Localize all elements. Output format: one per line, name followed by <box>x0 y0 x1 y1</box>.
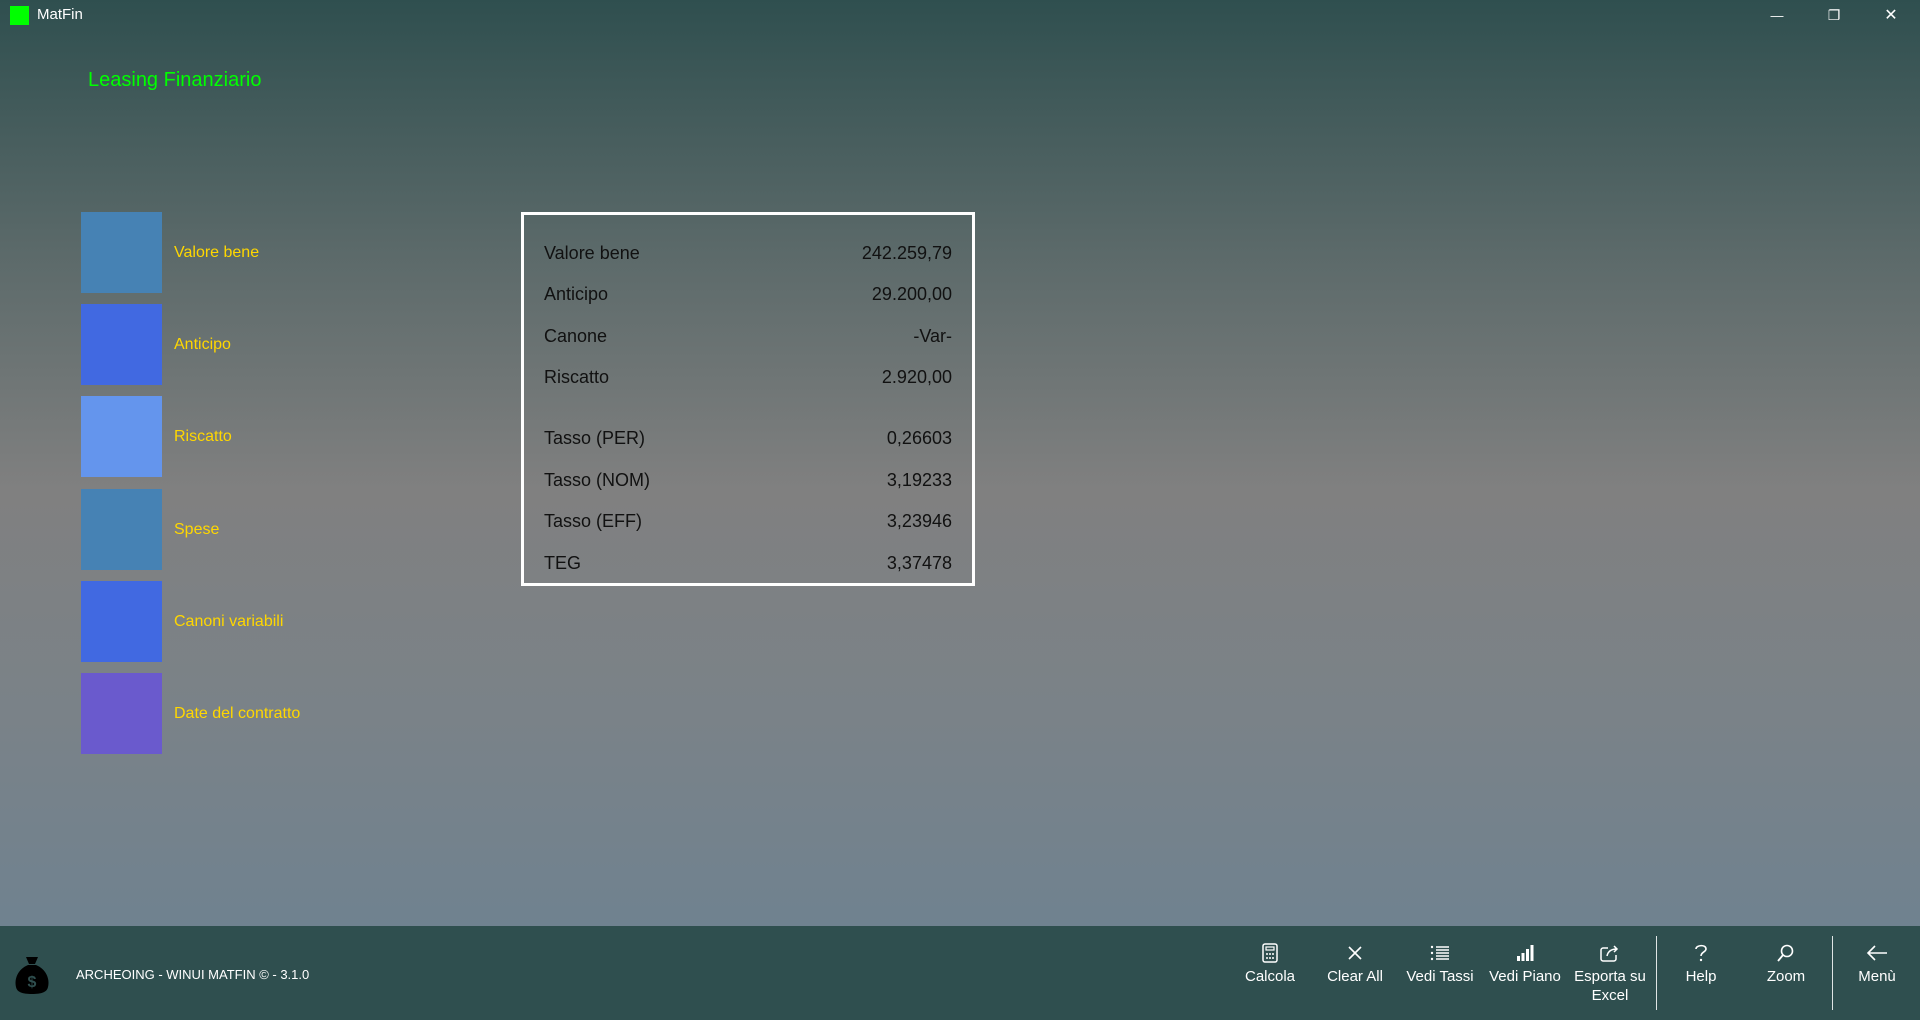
menu-item-label: Spese <box>174 520 220 538</box>
footer-text: ARCHEOING - WINUI MATFIN © - 3.1.0 <box>76 967 310 982</box>
result-row: Anticipo 29.200,00 <box>544 280 952 308</box>
menu-item-label: Anticipo <box>174 335 231 353</box>
menu-item-canoni-variabili[interactable]: Canoni variabili <box>81 581 481 662</box>
result-row: Tasso (EFF) 3,23946 <box>544 507 952 535</box>
result-label: Valore bene <box>544 242 640 263</box>
esporta-label-line1: Esporta su <box>1574 968 1646 985</box>
search-icon <box>1775 942 1797 964</box>
help-label: Help <box>1685 968 1717 985</box>
vedi-tassi-label: Vedi Tassi <box>1406 968 1474 985</box>
separator <box>1832 936 1833 1010</box>
money-bag-symbol: $ <box>28 974 37 991</box>
zoom-label: Zoom <box>1766 968 1806 985</box>
money-bag-icon: $ <box>15 957 49 994</box>
zoom-button[interactable]: Zoom <box>1744 942 1828 1012</box>
result-label: Tasso (PER) <box>544 427 646 448</box>
share-icon <box>1599 942 1621 964</box>
result-label: Riscatto <box>544 366 610 387</box>
esporta-label-line2: Excel <box>1591 987 1629 1004</box>
result-row: Tasso (NOM) 3,19233 <box>544 466 952 494</box>
tile-square <box>81 581 162 662</box>
result-value: 3,37478 <box>886 552 952 573</box>
result-row: Valore bene 242.259,79 <box>544 239 952 267</box>
tile-square <box>81 489 162 570</box>
result-value: 242.259,79 <box>861 242 952 263</box>
result-label: Anticipo <box>544 283 609 304</box>
list-icon <box>1429 942 1451 964</box>
menu-item-riscatto[interactable]: Riscatto <box>81 396 481 477</box>
result-label: TEG <box>544 552 582 573</box>
result-value: 2.920,00 <box>881 366 952 387</box>
question-icon <box>1690 942 1712 964</box>
result-value: 3,19233 <box>886 469 952 490</box>
menu-item-date-contratto[interactable]: Date del contratto <box>81 673 481 754</box>
title-bar: MatFin — ❐ ✕ <box>0 0 1920 30</box>
menu-item-valore-bene[interactable]: Valore bene <box>81 212 481 293</box>
clear-all-button[interactable]: Clear All <box>1313 942 1397 1012</box>
menu-item-label: Date del contratto <box>174 704 301 722</box>
close-button[interactable]: ✕ <box>1863 0 1919 30</box>
vedi-piano-button[interactable]: Vedi Piano <box>1483 942 1567 1012</box>
result-value: 3,23946 <box>886 510 952 531</box>
window-title: MatFin <box>37 6 83 23</box>
result-value: 29.200,00 <box>871 283 952 304</box>
menu-label: Menù <box>1858 968 1896 985</box>
calcola-label: Calcola <box>1244 968 1296 985</box>
arrow-left-icon <box>1866 942 1888 964</box>
tile-square <box>81 304 162 385</box>
menu-item-spese[interactable]: Spese <box>81 489 481 570</box>
close-icon: ✕ <box>1884 7 1898 24</box>
vedi-piano-label: Vedi Piano <box>1489 968 1561 985</box>
result-value: 0,26603 <box>886 427 952 448</box>
clear-all-label: Clear All <box>1327 968 1383 985</box>
result-value: -Var- <box>913 325 952 346</box>
tile-square <box>81 396 162 477</box>
results-panel: Valore bene 242.259,79 Anticipo 29.200,0… <box>521 212 975 586</box>
result-row: Riscatto 2.920,00 <box>544 363 952 391</box>
result-label: Tasso (EFF) <box>544 510 643 531</box>
result-label: Canone <box>544 325 608 346</box>
tile-square <box>81 673 162 754</box>
app-icon <box>10 6 29 25</box>
result-row: Canone -Var- <box>544 322 952 350</box>
menu-item-anticipo[interactable]: Anticipo <box>81 304 481 385</box>
close-icon <box>1344 942 1366 964</box>
menu-item-label: Riscatto <box>174 427 232 445</box>
menu-button[interactable]: Menù <box>1835 942 1919 1012</box>
result-row: Tasso (PER) 0,26603 <box>544 424 952 452</box>
minimize-icon: — <box>1770 7 1784 23</box>
menu-item-label: Valore bene <box>174 243 260 261</box>
minimize-button[interactable]: — <box>1749 0 1805 30</box>
result-label: Tasso (NOM) <box>544 469 651 490</box>
signal-bars-icon <box>1514 942 1536 964</box>
page-title: Leasing Finanziario <box>88 69 262 91</box>
maximize-button[interactable]: ❐ <box>1806 0 1862 30</box>
separator <box>1656 936 1657 1010</box>
result-row: TEG 3,37478 <box>544 549 952 577</box>
restore-icon: ❐ <box>1827 6 1841 23</box>
calcola-button[interactable]: Calcola <box>1228 942 1312 1012</box>
command-bar: $ ARCHEOING - WINUI MATFIN © - 3.1.0 Cal… <box>0 926 1920 1020</box>
esporta-excel-button[interactable]: Esporta su Excel <box>1568 942 1652 1012</box>
calculator-icon <box>1259 942 1281 964</box>
help-button[interactable]: Help <box>1659 942 1743 1012</box>
vedi-tassi-button[interactable]: Vedi Tassi <box>1398 942 1482 1012</box>
tile-square <box>81 212 162 293</box>
menu-item-label: Canoni variabili <box>174 612 284 630</box>
